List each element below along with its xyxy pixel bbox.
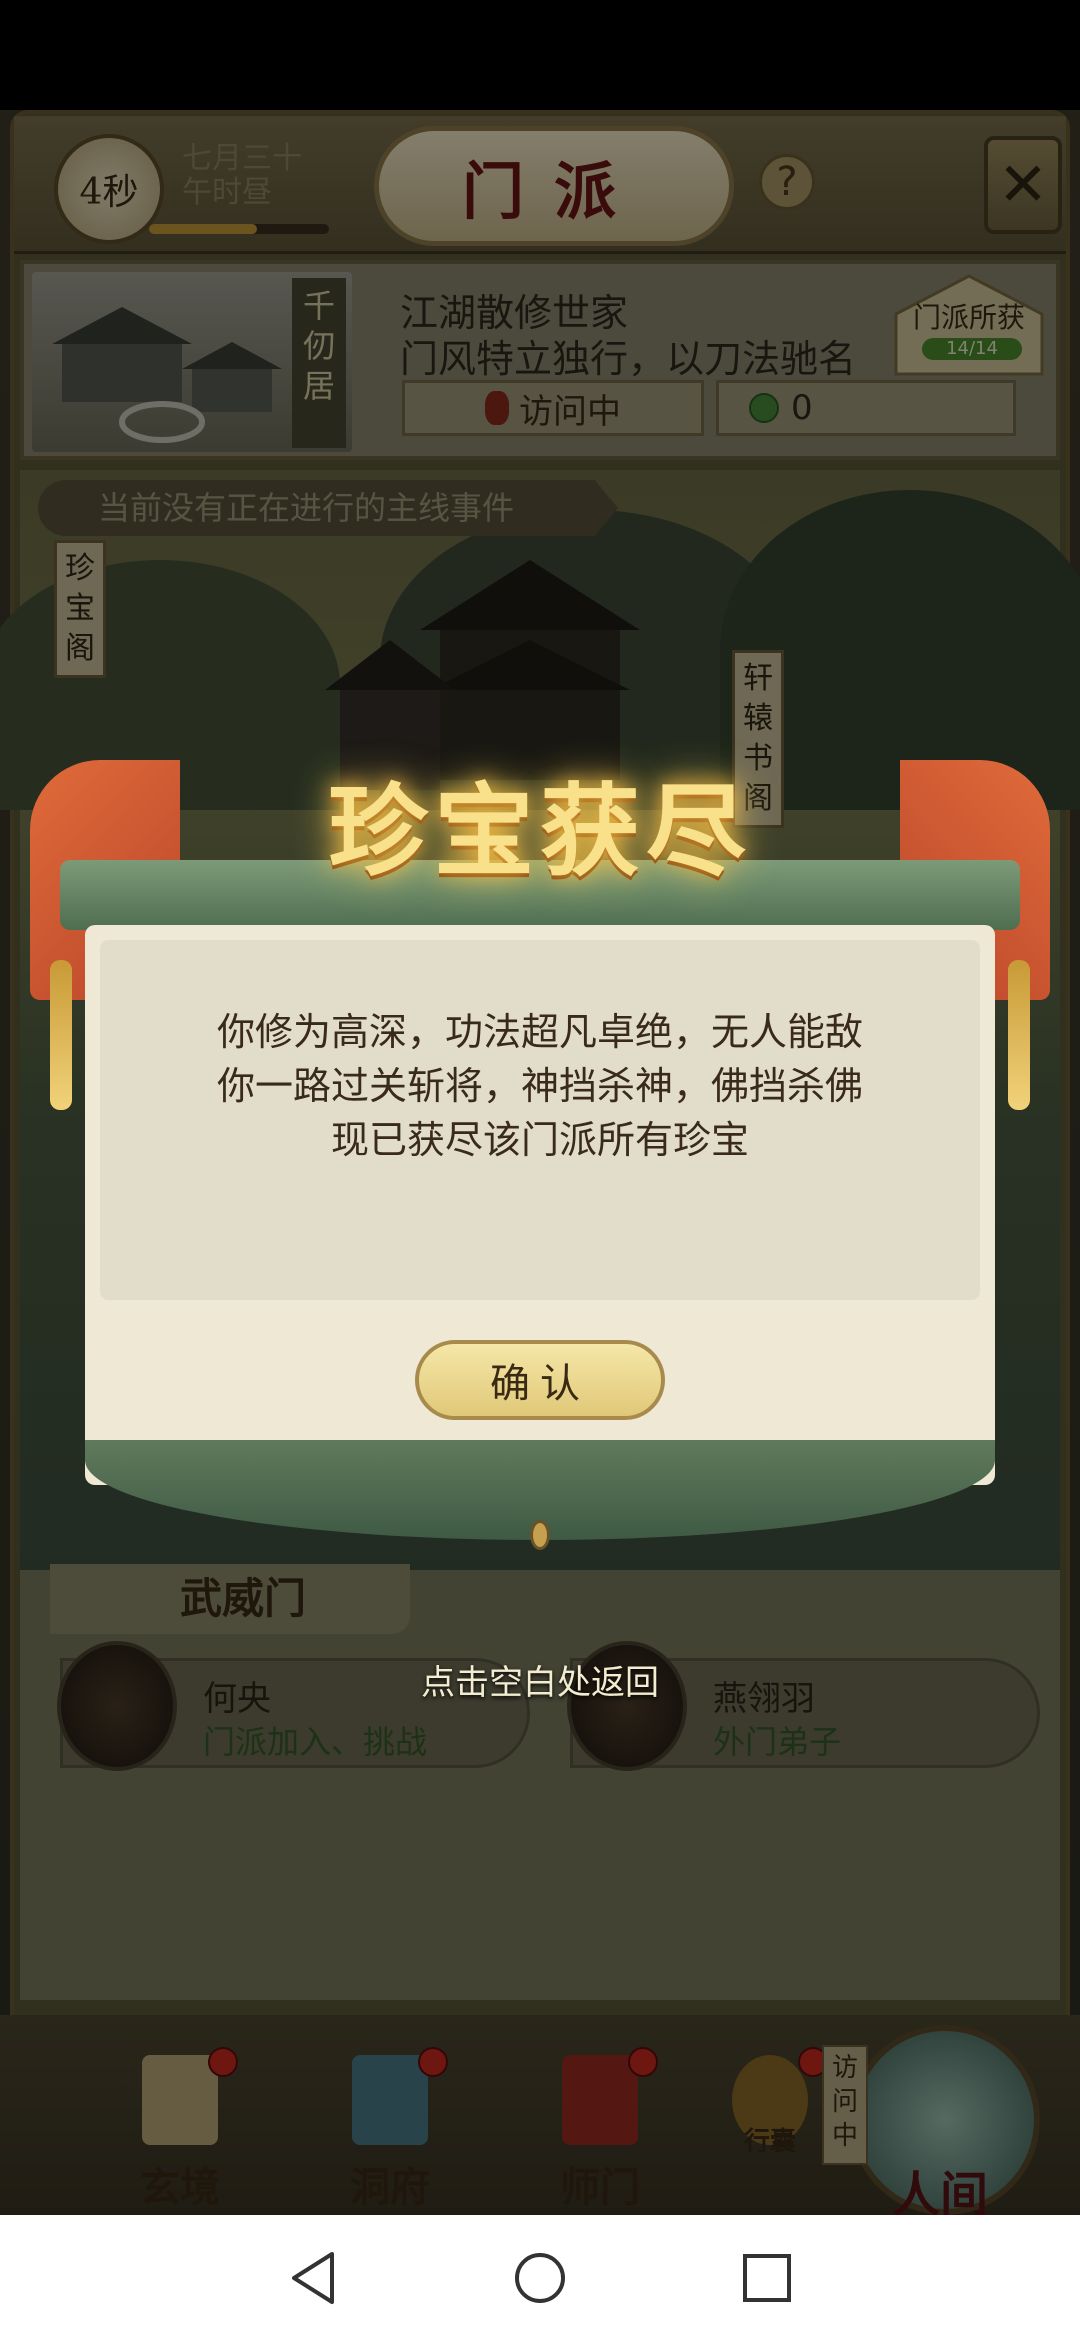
tassel-left-decoration xyxy=(50,960,72,1110)
home-circle-icon xyxy=(514,2252,565,2303)
confirm-button[interactable]: 确认 xyxy=(415,1340,665,1420)
dialog-line: 现已获尽该门派所有珍宝 xyxy=(330,1118,749,1162)
back-button[interactable] xyxy=(283,2248,343,2308)
pin-icon xyxy=(530,1520,550,1550)
home-button[interactable] xyxy=(510,2248,570,2308)
dialog-message: 你修为高深，功法超凡卓绝，无人能敌 你一路过关斩将，神挡杀神，佛挡杀佛 现已获尽… xyxy=(120,1005,960,1167)
recents-square-icon xyxy=(742,2253,791,2302)
back-triangle-icon xyxy=(292,2251,335,2304)
tap-to-return-hint: 点击空白处返回 xyxy=(421,1663,659,1703)
dialog-line: 你一路过关斩将，神挡杀神，佛挡杀佛 xyxy=(216,1064,863,1108)
dialog-title: 珍宝获尽 xyxy=(328,772,752,890)
android-nav-bar xyxy=(0,2215,1080,2340)
dialog-line: 你修为高深，功法超凡卓绝，无人能敌 xyxy=(216,1010,863,1054)
recents-button[interactable] xyxy=(737,2248,797,2308)
tassel-right-decoration xyxy=(1008,960,1030,1110)
status-bar xyxy=(0,0,1080,110)
